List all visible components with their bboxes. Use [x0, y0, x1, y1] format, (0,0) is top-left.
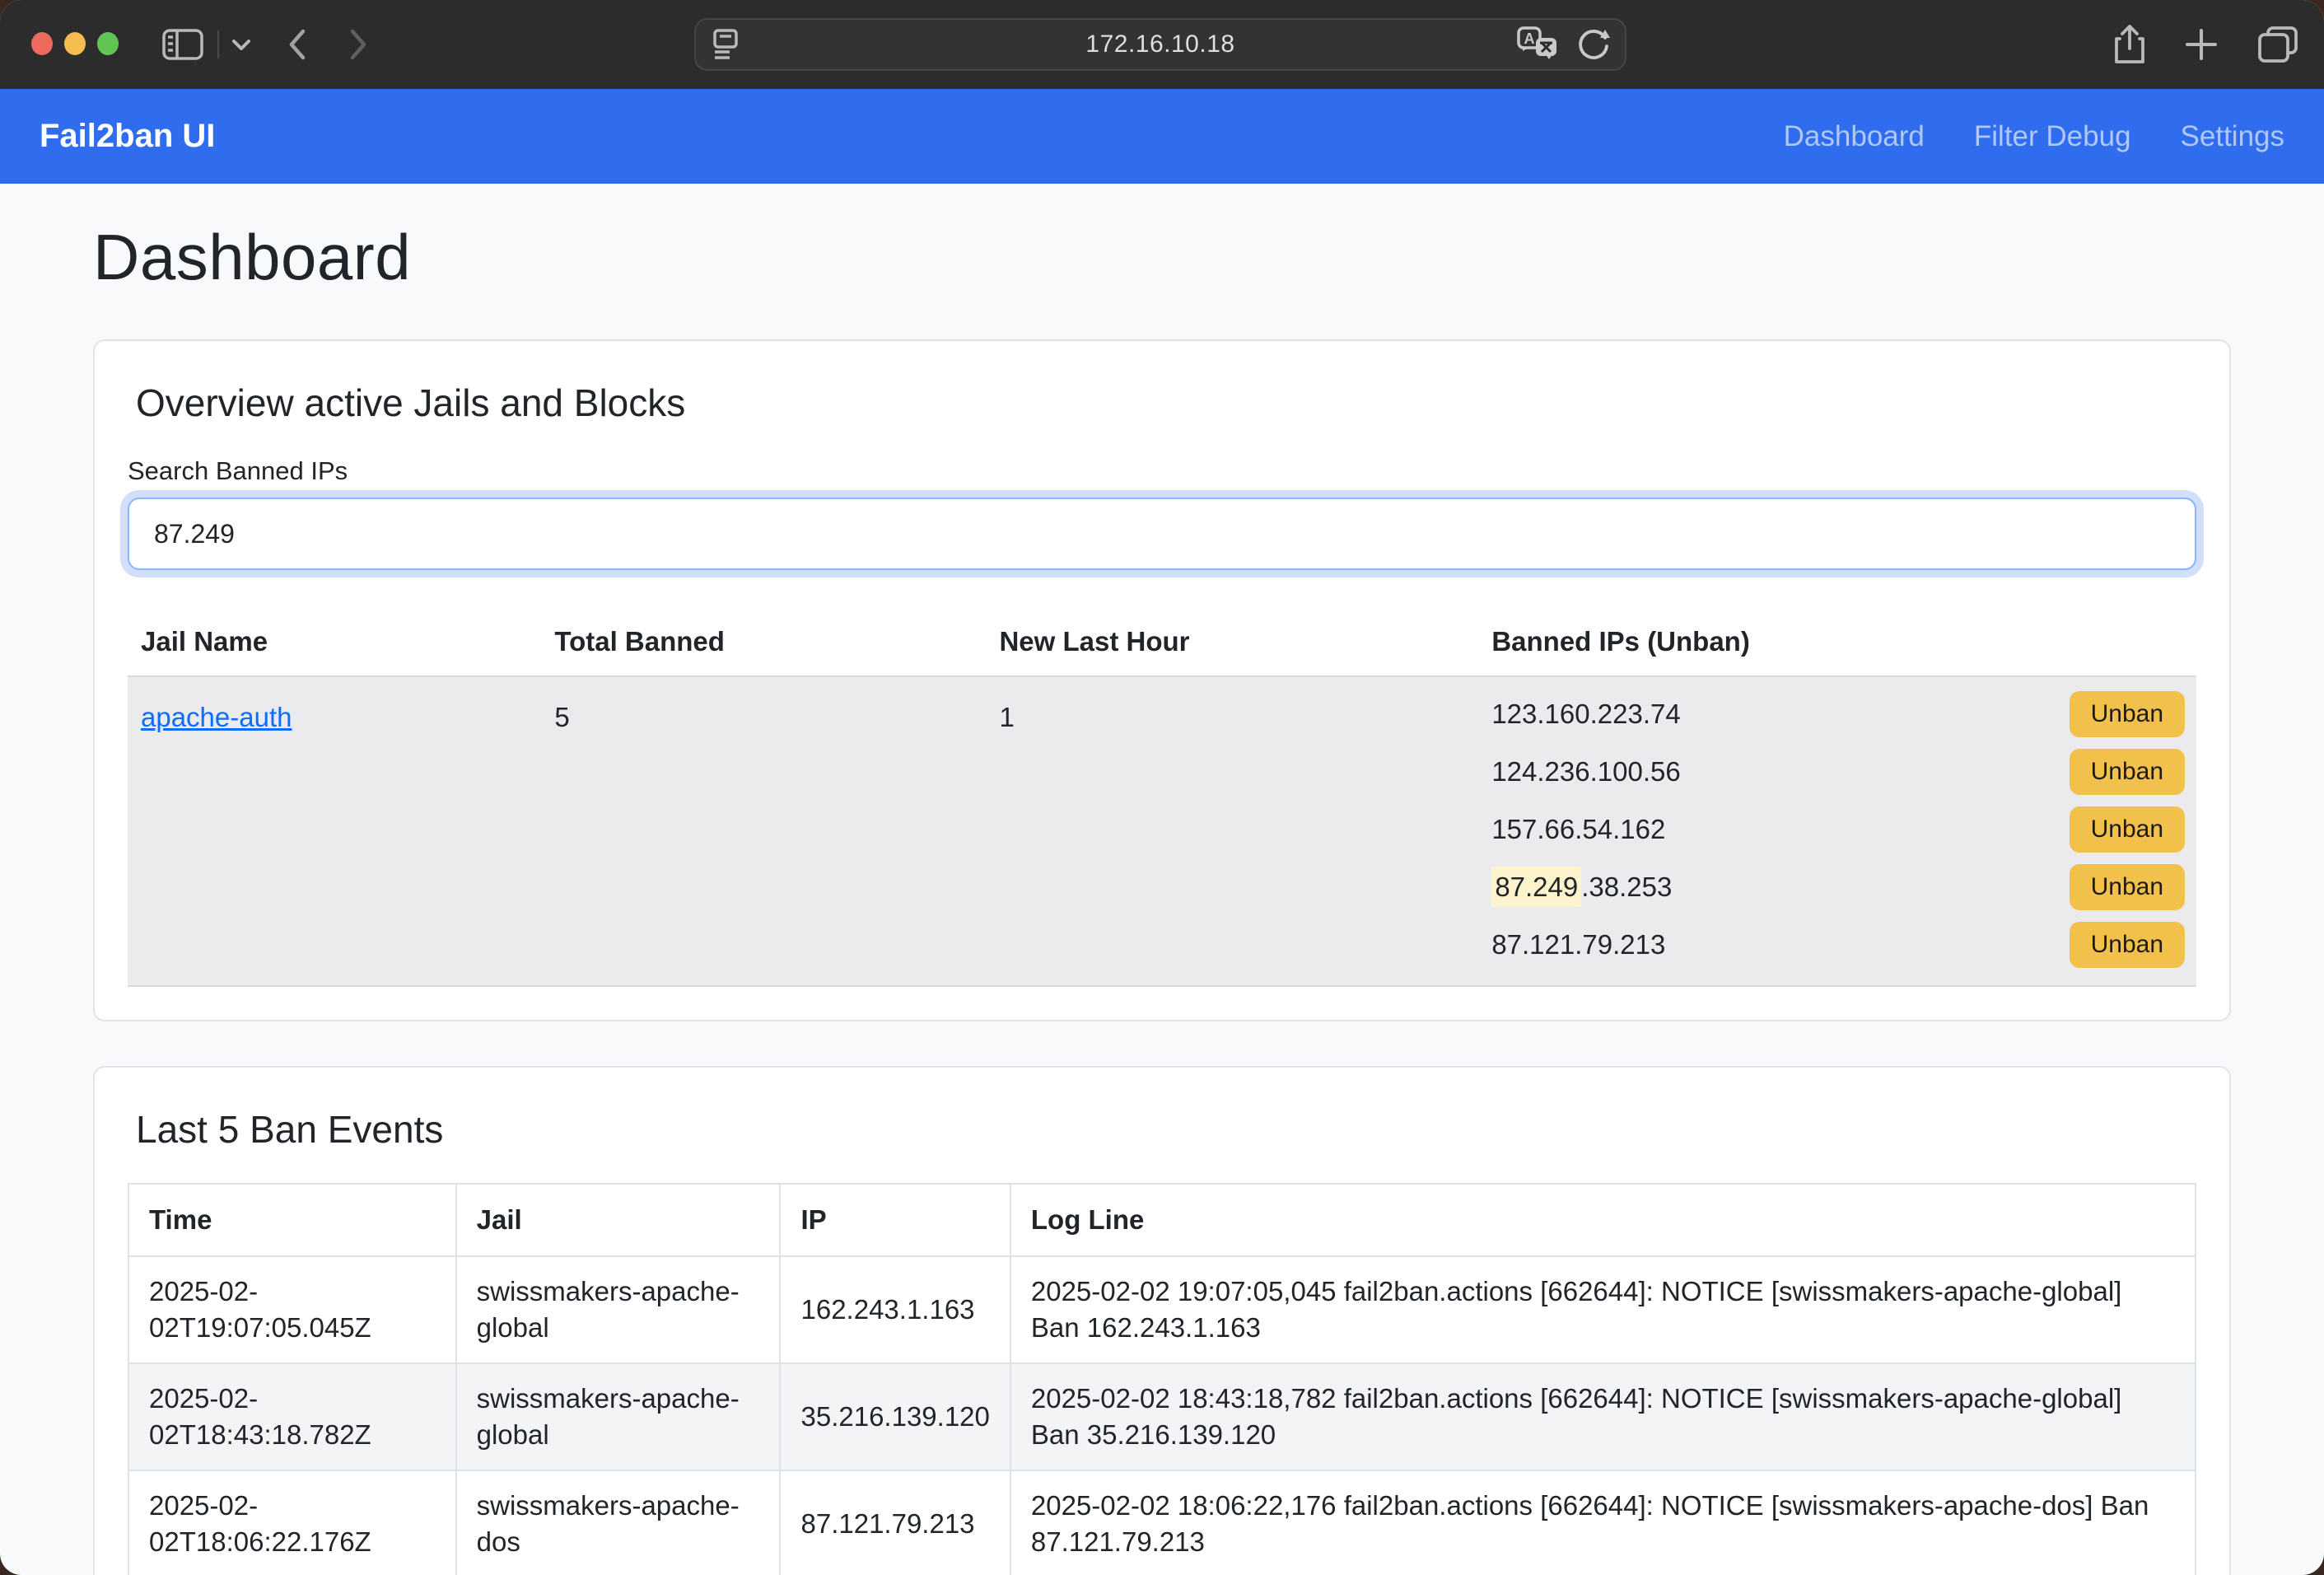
- jails-table: Jail Name Total Banned New Last Hour Ban…: [128, 603, 2196, 987]
- address-bar[interactable]: 172.16.10.18 A: [694, 18, 1626, 71]
- event-log-line: 2025-02-02 18:06:22,176 fail2ban.actions…: [1010, 1470, 2196, 1575]
- translate-icon[interactable]: A: [1516, 25, 1559, 64]
- event-jail: swissmakers-apache-global: [456, 1256, 781, 1363]
- banned-ip-row: 157.66.54.162 Unban: [1491, 801, 2185, 858]
- svg-text:A: A: [1524, 30, 1535, 47]
- search-banned-ips-label: Search Banned IPs: [128, 456, 2196, 486]
- ban-event-row: 2025-02-02T19:07:05.045Z swissmakers-apa…: [128, 1256, 2196, 1363]
- tab-overview-icon[interactable]: [2256, 25, 2299, 64]
- nav-link-dashboard[interactable]: Dashboard: [1784, 120, 1925, 153]
- ban-event-row: 2025-02-02T18:06:22.176Z swissmakers-apa…: [128, 1470, 2196, 1575]
- reload-icon[interactable]: [1575, 26, 1612, 63]
- sidebar-toggle-icon[interactable]: [161, 26, 204, 63]
- app-navbar: Fail2ban UI Dashboard Filter Debug Setti…: [0, 89, 2324, 184]
- overview-card: Overview active Jails and Blocks Search …: [93, 339, 2231, 1021]
- window-controls: [31, 32, 119, 55]
- event-time: 2025-02-02T18:43:18.782Z: [128, 1363, 456, 1470]
- browser-window: 172.16.10.18 A: [0, 0, 2324, 1575]
- banned-ip-value: 87.121.79.213: [1491, 929, 1665, 960]
- column-header-log-line: Log Line: [1010, 1184, 2196, 1256]
- banned-ip-row: 87.249.38.253 Unban: [1491, 858, 2185, 916]
- event-log-line: 2025-02-02 18:43:18,782 fail2ban.actions…: [1010, 1363, 2196, 1470]
- browser-toolbar: 172.16.10.18 A: [0, 0, 2324, 89]
- column-header-jail-name: Jail Name: [128, 603, 541, 676]
- new-tab-icon[interactable]: [2184, 27, 2219, 62]
- navbar-brand[interactable]: Fail2ban UI: [40, 118, 215, 155]
- new-last-hour-value: 1: [986, 676, 1478, 986]
- event-ip: 162.243.1.163: [780, 1256, 1010, 1363]
- banned-ip-row: 124.236.100.56 Unban: [1491, 743, 2185, 801]
- nav-link-filter-debug[interactable]: Filter Debug: [1974, 120, 2131, 153]
- column-header-ip: IP: [780, 1184, 1010, 1256]
- event-time: 2025-02-02T19:07:05.045Z: [128, 1256, 456, 1363]
- ban-events-card-title: Last 5 Ban Events: [128, 1101, 2196, 1152]
- event-ip: 35.216.139.120: [780, 1363, 1010, 1470]
- unban-button[interactable]: Unban: [2070, 691, 2185, 737]
- event-time: 2025-02-02T18:06:22.176Z: [128, 1470, 456, 1575]
- page-title: Dashboard: [93, 184, 2231, 295]
- minimize-window-button[interactable]: [64, 32, 86, 55]
- event-ip: 87.121.79.213: [780, 1470, 1010, 1575]
- ban-events-table: Time Jail IP Log Line 2025-02-02T19:07:0…: [128, 1183, 2196, 1575]
- fullscreen-window-button[interactable]: [97, 32, 119, 55]
- banned-ip-value: 157.66.54.162: [1491, 814, 1665, 845]
- event-log-line: 2025-02-02 19:07:05,045 fail2ban.actions…: [1010, 1256, 2196, 1363]
- url-text[interactable]: 172.16.10.18: [696, 30, 1625, 58]
- banned-ip-value: 123.160.223.74: [1491, 699, 1680, 730]
- search-banned-ips-input[interactable]: [128, 498, 2196, 570]
- unban-button[interactable]: Unban: [2070, 864, 2185, 910]
- event-jail: swissmakers-apache-dos: [456, 1470, 781, 1575]
- banned-ip-rest: .38.253: [1581, 872, 1672, 902]
- nav-link-settings[interactable]: Settings: [2181, 120, 2284, 153]
- page-menu-icon[interactable]: [711, 27, 740, 62]
- column-header-banned-ips: Banned IPs (Unban): [1478, 603, 2196, 676]
- search-match-highlight: 87.249: [1491, 867, 1581, 907]
- column-header-total-banned: Total Banned: [541, 603, 986, 676]
- toolbar-divider: [217, 30, 219, 58]
- banned-ip-row: 123.160.223.74 Unban: [1491, 685, 2185, 743]
- banned-ip-value: 87.249.38.253: [1491, 872, 1672, 903]
- column-header-time: Time: [128, 1184, 456, 1256]
- event-jail: swissmakers-apache-global: [456, 1363, 781, 1470]
- unban-button[interactable]: Unban: [2070, 806, 2185, 853]
- ban-event-row: 2025-02-02T18:43:18.782Z swissmakers-apa…: [128, 1363, 2196, 1470]
- share-icon[interactable]: [2113, 24, 2146, 65]
- unban-button[interactable]: Unban: [2070, 749, 2185, 795]
- close-window-button[interactable]: [31, 32, 53, 55]
- forward-icon[interactable]: [348, 26, 369, 63]
- jail-row: apache-auth 5 1 123.160.223.74 Unban 124…: [128, 676, 2196, 986]
- jail-name-link[interactable]: apache-auth: [141, 702, 292, 732]
- chevron-down-icon[interactable]: [231, 37, 252, 52]
- banned-ip-row: 87.121.79.213 Unban: [1491, 916, 2185, 974]
- column-header-jail: Jail: [456, 1184, 781, 1256]
- banned-ip-value: 124.236.100.56: [1491, 756, 1680, 788]
- back-icon[interactable]: [287, 26, 308, 63]
- total-banned-value: 5: [541, 676, 986, 986]
- unban-button[interactable]: Unban: [2070, 922, 2185, 968]
- overview-card-title: Overview active Jails and Blocks: [128, 374, 2196, 425]
- ban-events-card: Last 5 Ban Events Time Jail IP Log Line …: [93, 1066, 2231, 1575]
- column-header-new-last-hour: New Last Hour: [986, 603, 1478, 676]
